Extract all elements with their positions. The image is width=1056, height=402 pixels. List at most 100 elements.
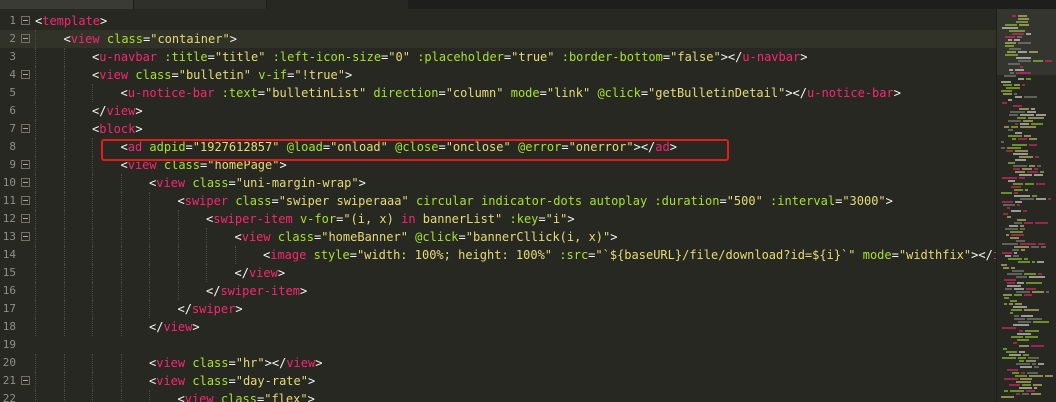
minimap-line <box>1016 240 1025 242</box>
indent-guide <box>92 372 93 390</box>
code-token: class <box>277 230 314 244</box>
indent-guide <box>35 174 36 192</box>
indent-guide <box>120 354 122 372</box>
minimap-line <box>1026 288 1036 290</box>
code-line[interactable]: 5 <u-notice-bar :text="bulletinList" dire… <box>0 84 996 102</box>
minimap-line <box>1004 297 1009 299</box>
minimap-line <box>1009 48 1021 50</box>
code-line[interactable]: 4 <view class="bulletin" v-if="!true"> <box>0 66 996 84</box>
code-line[interactable]: 16 </swiper-item> <box>0 282 996 300</box>
indent-guide <box>63 390 65 402</box>
fold-toggle-icon[interactable] <box>21 214 30 223</box>
code-token: > <box>100 14 108 28</box>
code-line[interactable]: 20 <view class="hr"></view> <box>0 354 996 372</box>
line-number: 13 <box>2 230 16 243</box>
indent-guide <box>120 390 122 402</box>
minimap[interactable] <box>996 9 1056 402</box>
minimap-line <box>1017 117 1026 119</box>
fold-toggle-icon[interactable] <box>21 376 30 385</box>
fold-toggle-icon[interactable] <box>21 124 30 133</box>
minimap-line <box>1036 183 1045 185</box>
code-token: "`${baseURL}/file/download?id=${i}`" <box>595 248 856 262</box>
code-line[interactable]: 13 <view class="homeBanner" @click="banne… <box>0 228 996 246</box>
minimap-line <box>1004 75 1016 77</box>
code-line[interactable]: 10 <view class="uni-margin-wrap"> <box>0 174 996 192</box>
minimap-line <box>1014 84 1020 86</box>
fold-toggle-icon[interactable] <box>21 34 30 43</box>
minimap-line <box>1032 363 1036 365</box>
minimap-line <box>1002 357 1016 359</box>
editor-tab[interactable] <box>134 0 266 9</box>
minimap-line <box>1014 192 1018 194</box>
minimap-line <box>1009 30 1025 32</box>
minimap-line <box>1022 168 1032 170</box>
fold-toggle-icon[interactable] <box>21 178 30 187</box>
code-token: "bulletinList" <box>265 86 367 100</box>
code-line[interactable]: 2 <view class="container"> <box>0 30 996 48</box>
editor-tab[interactable] <box>0 0 133 9</box>
fold-toggle-icon[interactable] <box>21 232 30 241</box>
code-token: @click <box>415 230 459 244</box>
indent-guide <box>35 48 36 66</box>
minimap-line <box>1029 144 1037 146</box>
fold-toggle-icon[interactable] <box>21 16 30 25</box>
code-line[interactable]: 14 <image style="width: 100%; height: 100… <box>0 246 996 264</box>
fold-toggle-icon[interactable] <box>21 160 30 169</box>
code-line[interactable]: 1 <template> <box>0 12 996 30</box>
code-line[interactable]: 22 <view class="flex"> <box>0 390 996 402</box>
minimap-line <box>1002 252 1012 254</box>
code-line[interactable]: 6 </view> <box>0 102 996 120</box>
code-line[interactable]: 11 <swiper class="swiper swiperaaa" circu… <box>0 192 996 210</box>
code-editor[interactable]: 1 <template> 2 <view class="container"> 3 <u-… <box>0 9 996 402</box>
indent-guide <box>177 210 179 228</box>
code-line[interactable]: 21 <view class="day-rate"> <box>0 372 996 390</box>
indent-guide <box>35 102 36 120</box>
code-token: "500" <box>726 194 763 208</box>
minimap-line <box>1018 321 1031 323</box>
code-line[interactable]: 3 <u-navbar :title="title" :left-icon-siz… <box>0 48 996 66</box>
minimap-line <box>1002 177 1017 179</box>
minimap-line <box>1020 225 1024 227</box>
code-token: > <box>277 266 286 280</box>
minimap-line <box>1013 153 1028 155</box>
minimap-line <box>1014 195 1030 197</box>
minimap-line <box>1026 360 1036 362</box>
code-line[interactable]: 7 <block> <box>0 120 996 138</box>
fold-toggle-icon[interactable] <box>21 196 30 205</box>
code-line[interactable]: 19 <box>0 336 996 354</box>
minimap-line <box>1013 306 1027 308</box>
minimap-line <box>1012 33 1024 35</box>
indent-guide <box>63 300 65 318</box>
minimap-line <box>1033 321 1049 323</box>
code-token: direction <box>373 86 439 100</box>
minimap-line <box>1027 372 1038 374</box>
line-number: 14 <box>2 248 16 261</box>
minimap-line <box>1017 219 1026 221</box>
indent-guide <box>35 156 36 174</box>
code-line[interactable]: 15 </view> <box>0 264 996 282</box>
indent-guide <box>35 282 36 300</box>
minimap-line <box>1006 87 1020 89</box>
code-line[interactable]: 12 <swiper-item v-for="(i, x) in bannerLi… <box>0 210 996 228</box>
code-line[interactable]: 18 </view> <box>0 318 996 336</box>
code-line[interactable]: 17 </swiper> <box>0 300 996 318</box>
minimap-line <box>1015 96 1022 98</box>
minimap-line <box>1016 72 1031 74</box>
line-number: 18 <box>2 320 16 333</box>
minimap-line <box>1015 171 1025 173</box>
minimap-line <box>1013 105 1022 107</box>
editor-tab-active[interactable] <box>267 0 408 9</box>
fold-toggle-icon[interactable] <box>21 70 30 79</box>
minimap-line <box>1005 288 1012 290</box>
code-text: <view class="container"> <box>64 30 237 48</box>
minimap-line <box>1005 54 1018 56</box>
minimap-line <box>1008 258 1022 260</box>
minimap-line <box>1031 246 1039 248</box>
minimap-line <box>1020 114 1034 116</box>
minimap-line <box>1020 366 1032 368</box>
indent-guide <box>63 210 65 228</box>
code-token: view <box>286 356 316 370</box>
minimap-line <box>1013 183 1023 185</box>
